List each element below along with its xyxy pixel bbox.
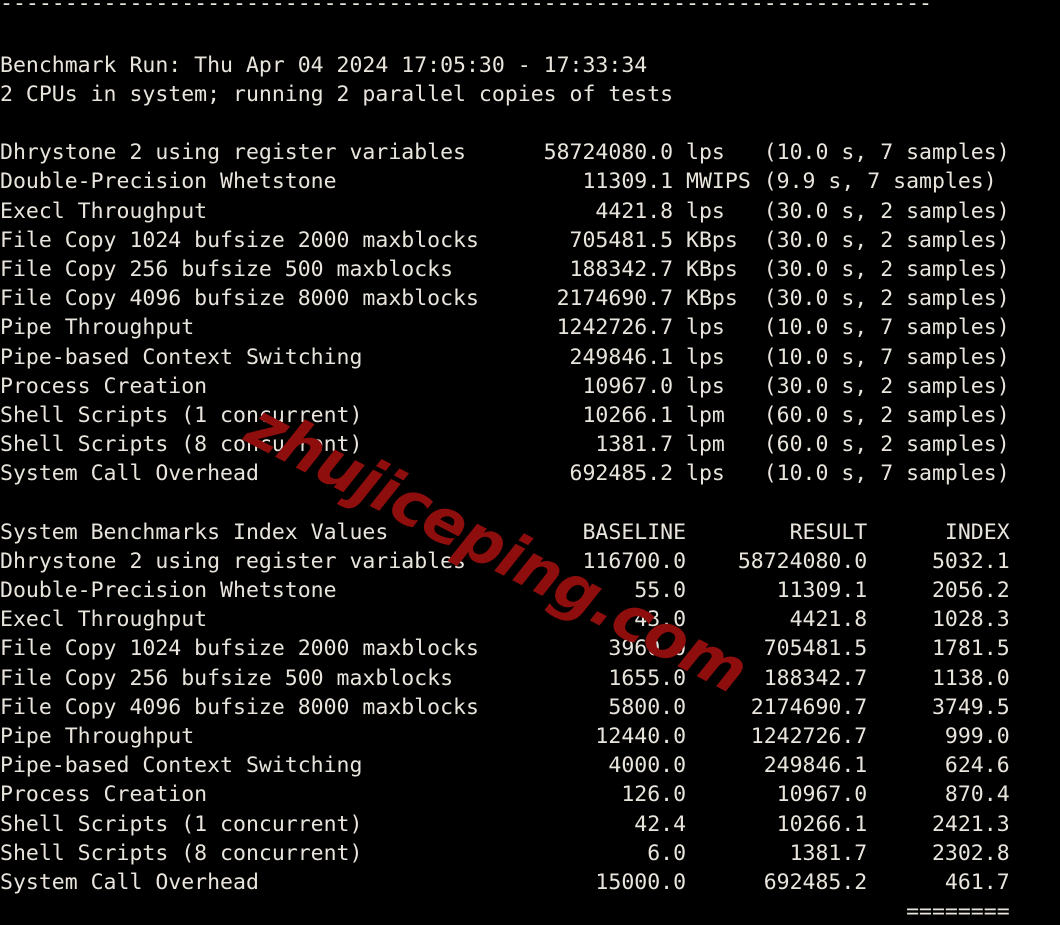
terminal-line: Pipe-based Context Switching 4000.0 2498… [0, 753, 1010, 779]
terminal-line: File Copy 256 bufsize 500 maxblocks 1883… [0, 257, 1010, 282]
terminal-line: Process Creation 10967.0 lps (30.0 s, 2 … [0, 373, 1010, 399]
terminal-line: Double-Precision Whetstone 11309.1 MWIPS… [0, 169, 997, 195]
terminal-line: Execl Throughput 43.0 4421.8 1028.3 [0, 607, 1010, 633]
terminal-line: Shell Scripts (1 concurrent) 42.4 10266.… [0, 811, 1010, 837]
terminal-line: System Benchmarks Index Values BASELINE … [0, 519, 1010, 545]
terminal-line: File Copy 256 bufsize 500 maxblocks 1655… [0, 665, 1010, 691]
terminal-screen: ----------------------------------------… [0, 0, 1060, 925]
terminal-line: Double-Precision Whetstone 55.0 11309.1 … [0, 578, 1010, 604]
terminal-line: System Call Overhead 692485.2 lps (10.0 … [0, 461, 1010, 487]
terminal-line: File Copy 4096 bufsize 8000 maxblocks 21… [0, 286, 1010, 312]
terminal-line: System Call Overhead 15000.0 692485.2 46… [0, 869, 1010, 895]
terminal-line: File Copy 1024 bufsize 2000 maxblocks 39… [0, 636, 1010, 662]
terminal-line: Dhrystone 2 using register variables 587… [0, 140, 1010, 166]
terminal-line: Shell Scripts (1 concurrent) 10266.1 lpm… [0, 402, 1010, 428]
terminal-line: Shell Scripts (8 concurrent) 6.0 1381.7 … [0, 840, 1010, 866]
terminal-line: Pipe Throughput 1242726.7 lps (10.0 s, 7… [0, 315, 1010, 341]
terminal-line: Execl Throughput 4421.8 lps (30.0 s, 2 s… [0, 198, 1010, 224]
terminal-line: File Copy 1024 bufsize 2000 maxblocks 70… [0, 227, 1010, 253]
terminal-line: Pipe-based Context Switching 249846.1 lp… [0, 344, 1010, 370]
terminal-line: ======== [0, 899, 1010, 925]
terminal-line: Benchmark Run: Thu Apr 04 2024 17:05:30 … [0, 52, 648, 78]
terminal-line: Process Creation 126.0 10967.0 870.4 [0, 782, 1010, 808]
top-divider-rule: ----------------------------------------… [0, 0, 932, 16]
terminal-output: Benchmark Run: Thu Apr 04 2024 17:05:30 … [0, 22, 1060, 925]
terminal-line: File Copy 4096 bufsize 8000 maxblocks 58… [0, 694, 1010, 720]
terminal-line: Shell Scripts (8 concurrent) 1381.7 lpm … [0, 432, 1010, 458]
terminal-line: Pipe Throughput 12440.0 1242726.7 999.0 [0, 724, 1010, 749]
terminal-line: 2 CPUs in system; running 2 parallel cop… [0, 81, 674, 107]
terminal-line: Dhrystone 2 using register variables 116… [0, 548, 1010, 574]
